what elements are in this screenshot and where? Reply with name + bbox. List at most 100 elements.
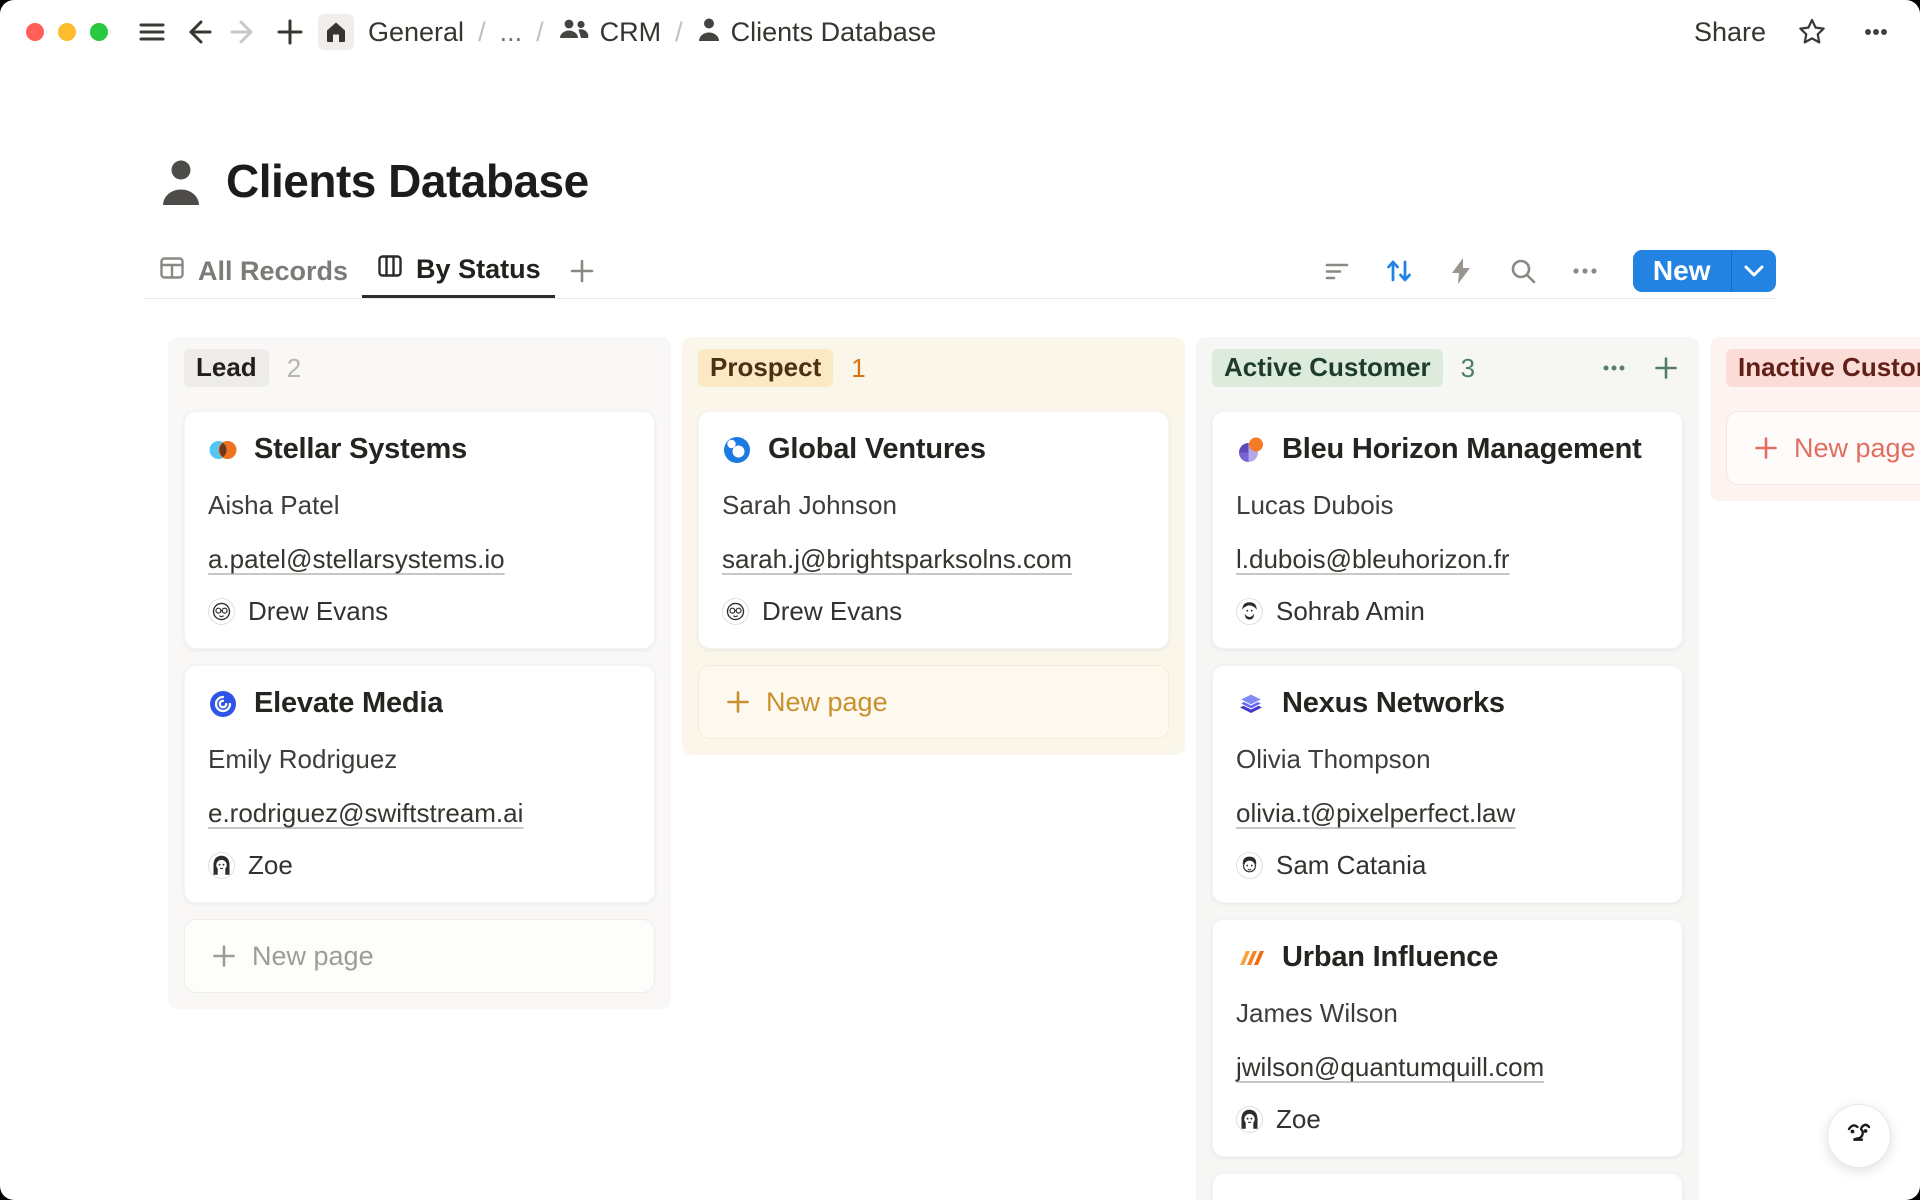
ai-assistant-button[interactable]	[1827, 1104, 1891, 1168]
page-header: Clients Database	[158, 152, 1920, 210]
company-name: Nexus Networks	[1282, 687, 1505, 720]
column-status-badge[interactable]: Lead	[184, 349, 269, 387]
client-card-elevate-media[interactable]: Elevate Media Emily Rodriguez e.rodriguez@…	[184, 665, 655, 903]
column-active-customer: Active Customer 3 Bleu Horizon ManagementL…	[1196, 337, 1699, 1200]
card-title-row: Bleu Horizon Management	[1236, 433, 1659, 466]
automations-lightning-icon[interactable]	[1443, 253, 1479, 289]
share-button[interactable]: Share	[1694, 17, 1766, 48]
new-button-chevron-down-icon[interactable]	[1732, 250, 1776, 292]
client-card-urban-influence[interactable]: Urban Influence James Wilson jwilson@quant…	[1212, 919, 1683, 1157]
contact-email-link[interactable]: olivia.t@pixelperfect.law	[1236, 798, 1515, 828]
card-title-row: Stellar Systems	[208, 433, 631, 466]
close-window-button[interactable]	[26, 23, 44, 41]
column-lead: Lead2Stellar SystemsAisha Patela.patel@s…	[168, 337, 671, 1009]
owner-row: Zoe	[208, 850, 631, 881]
purple-pie-logo	[1236, 435, 1266, 465]
contact-name: Aisha Patel	[208, 490, 631, 520]
tab-all-records[interactable]: All Records	[144, 244, 362, 298]
breadcrumb-separator: /	[476, 17, 488, 48]
sort-icon[interactable]	[1381, 253, 1417, 289]
breadcrumb-item-collapsed[interactable]: ...	[500, 17, 523, 48]
client-card-global-ventures[interactable]: Global VenturesSarah Johnsonsarah.j@brig…	[698, 411, 1169, 649]
breadcrumb-label: Clients Database	[731, 17, 937, 48]
column-add-card-icon[interactable]	[1649, 351, 1683, 385]
back-icon[interactable]	[180, 14, 216, 50]
column-status-badge[interactable]: Active Customer	[1212, 349, 1443, 387]
add-view-icon[interactable]	[561, 258, 603, 284]
plus-icon	[211, 943, 237, 969]
tab-label: All Records	[198, 256, 348, 287]
owner-name: Drew Evans	[248, 596, 388, 627]
contact-email-link[interactable]: e.rodriguez@swiftstream.ai	[208, 798, 523, 828]
column-header: Inactive Customer	[1726, 349, 1920, 387]
new-record-button[interactable]: New	[1633, 250, 1731, 292]
drew-evans-avatar	[208, 598, 235, 625]
drew-evans-avatar	[722, 598, 749, 625]
partially-visible-card[interactable]	[1212, 1173, 1683, 1200]
contact-email-link[interactable]: a.patel@stellarsystems.io	[208, 544, 505, 574]
new-page-button[interactable]: New page	[698, 665, 1169, 739]
card-title-row: Elevate Media	[208, 687, 631, 720]
column-prospect: Prospect1Global VenturesSarah Johnsonsar…	[682, 337, 1185, 755]
home-icon[interactable]	[318, 14, 354, 50]
column-status-badge[interactable]: Prospect	[698, 349, 833, 387]
breadcrumb-item-crm[interactable]: CRM	[558, 16, 662, 49]
venn-circles-logo	[208, 435, 238, 465]
forward-icon[interactable]	[226, 14, 262, 50]
table-icon	[158, 254, 186, 289]
owner-name: Zoe	[248, 850, 293, 881]
column-controls	[1597, 351, 1683, 385]
new-page-button[interactable]: New page	[184, 919, 655, 993]
titlebar: General / ... / CRM / Clients Database S…	[0, 0, 1920, 64]
column-inactive-customer: Inactive Customer New page	[1710, 337, 1920, 501]
owner-row: Sam Catania	[1236, 850, 1659, 881]
minimize-window-button[interactable]	[58, 23, 76, 41]
company-name: Elevate Media	[254, 687, 443, 720]
contact-name: James Wilson	[1236, 998, 1659, 1028]
person-icon[interactable]	[158, 156, 204, 206]
company-name: Bleu Horizon Management	[1282, 433, 1642, 466]
owner-name: Sam Catania	[1276, 850, 1426, 881]
client-card-stellar-systems[interactable]: Stellar Systems Aisha Patel a.patel@stella…	[184, 411, 655, 649]
zoe-avatar	[1236, 1106, 1263, 1133]
contact-email-link[interactable]: jwilson@quantumquill.com	[1236, 1052, 1544, 1082]
sam-catania-avatar	[1236, 852, 1263, 879]
blue-ring-logo	[722, 435, 752, 465]
view-tabs-row: All Records By Status	[144, 244, 1776, 299]
view-options-icon[interactable]	[1567, 253, 1603, 289]
new-page-button[interactable]: New page	[1726, 411, 1920, 485]
column-options-icon[interactable]	[1597, 351, 1631, 385]
contact-email-link[interactable]: sarah.j@brightsparksolns.com	[722, 544, 1072, 574]
company-name: Urban Influence	[1282, 941, 1498, 974]
app-window: General / ... / CRM / Clients Database S…	[0, 0, 1920, 1200]
orange-stripes-logo	[1236, 943, 1266, 973]
column-status-badge[interactable]: Inactive Customer	[1726, 349, 1920, 387]
filter-icon[interactable]	[1319, 253, 1355, 289]
more-options-icon[interactable]	[1858, 14, 1894, 50]
tab-by-status[interactable]: By Status	[362, 244, 555, 298]
contact-email-link[interactable]: l.dubois@bleuhorizon.fr	[1236, 544, 1510, 574]
breadcrumb-label: CRM	[600, 17, 662, 48]
new-page-label: New page	[766, 687, 888, 718]
new-tab-icon[interactable]	[272, 14, 308, 50]
view-toolbar: New	[1319, 250, 1776, 292]
contact-name: Emily Rodriguez	[208, 744, 631, 774]
client-card-nexus-networks[interactable]: Nexus NetworksOlivia Thompsonolivia.t@pi…	[1212, 665, 1683, 903]
new-record-button-group: New	[1633, 250, 1776, 292]
breadcrumb-item-clients-database[interactable]: Clients Database	[697, 16, 937, 49]
company-name: Global Ventures	[768, 433, 986, 466]
owner-name: Drew Evans	[762, 596, 902, 627]
sidebar-menu-icon[interactable]	[134, 14, 170, 50]
maximize-window-button[interactable]	[90, 23, 108, 41]
face-logo-icon	[1840, 1115, 1878, 1158]
client-card-bleu-horizon-management[interactable]: Bleu Horizon ManagementLucas Duboisl.dub…	[1212, 411, 1683, 649]
owner-row: Sohrab Amin	[1236, 596, 1659, 627]
favorite-star-icon[interactable]	[1794, 14, 1830, 50]
breadcrumb: General / ... / CRM / Clients Database	[368, 16, 936, 49]
indigo-stack-logo	[1236, 689, 1266, 719]
breadcrumb-item-general[interactable]: General	[368, 17, 464, 48]
column-count: 3	[1461, 353, 1475, 384]
search-icon[interactable]	[1505, 253, 1541, 289]
plus-icon	[725, 689, 751, 715]
company-name: Stellar Systems	[254, 433, 467, 466]
